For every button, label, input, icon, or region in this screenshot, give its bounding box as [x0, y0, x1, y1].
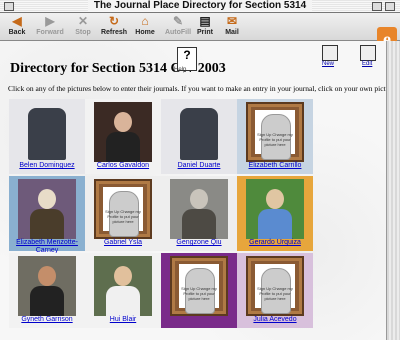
- student-photo[interactable]: [18, 102, 76, 162]
- picture-frame-placeholder-icon: Sign Up Change my Profile to put your pi…: [246, 102, 304, 162]
- forward-arrow-icon: ▶: [45, 14, 55, 28]
- refresh-label: Refresh: [100, 29, 128, 36]
- autofill-icon: ✎: [172, 14, 184, 28]
- window-title: The Journal Place Directory for Section …: [87, 0, 313, 11]
- home-icon: ⌂: [141, 14, 149, 28]
- student-card[interactable]: Sign Up Change my Profile to put your pi…: [161, 253, 237, 328]
- forward-label: Forward: [36, 29, 64, 36]
- stop-label: Stop: [75, 29, 91, 36]
- new-entry-label[interactable]: New: [322, 61, 334, 67]
- home-button[interactable]: ⌂ Home: [130, 14, 160, 36]
- page-content: Directory for Section 5314 CW 2003 ? Hel…: [0, 41, 386, 340]
- student-photo-image: [246, 179, 304, 239]
- window-title-bar[interactable]: The Journal Place Directory for Section …: [0, 0, 400, 13]
- student-card[interactable]: Sign Up Change my Profile to put your pi…: [237, 99, 313, 174]
- student-photo[interactable]: [94, 256, 152, 316]
- frame-text: Sign Up Change my Profile to put your pi…: [105, 209, 141, 224]
- student-photo[interactable]: [170, 102, 228, 162]
- student-card[interactable]: Carlos Gavaldon: [85, 99, 161, 174]
- back-button[interactable]: ◀ Back: [2, 14, 32, 36]
- student-card[interactable]: Elizabeth Menzotte-Carney: [9, 176, 85, 254]
- print-label: Print: [197, 29, 213, 36]
- help-label[interactable]: Help: [174, 67, 186, 73]
- student-name-link[interactable]: Gerardo Urquiza: [237, 239, 313, 247]
- frame-text: Sign Up Change my Profile to put your pi…: [257, 286, 293, 301]
- student-card[interactable]: Gyneth Garrison: [9, 253, 85, 328]
- refresh-icon: ↻: [108, 14, 120, 28]
- mail-icon: ✉: [226, 14, 238, 28]
- student-photo-image: [18, 179, 76, 239]
- student-photo[interactable]: Sign Up Change my Profile to put your pi…: [94, 179, 152, 239]
- home-label: Home: [135, 29, 155, 36]
- stop-button[interactable]: ✕ Stop: [68, 14, 98, 36]
- tshirt-placeholder-icon: [28, 108, 66, 160]
- mail-button[interactable]: ✉ Mail: [217, 14, 247, 36]
- print-icon: ▤: [199, 14, 211, 28]
- instructions-text: Click on any of the pictures below to en…: [8, 84, 386, 93]
- student-photo[interactable]: [18, 256, 76, 316]
- student-photo[interactable]: Sign Up Change my Profile to put your pi…: [246, 256, 304, 316]
- student-card[interactable]: Gengzone Qiu: [161, 176, 237, 251]
- refresh-button[interactable]: ↻ Refresh: [99, 14, 129, 36]
- student-name-link[interactable]: Belen Dominguez: [9, 162, 85, 170]
- student-photo-image: [94, 256, 152, 316]
- student-photo[interactable]: [246, 179, 304, 239]
- student-name-link[interactable]: Gabriel Ysla: [85, 239, 161, 247]
- back-arrow-icon: ◀: [12, 14, 22, 28]
- student-name-link[interactable]: Carlos Gavaldon: [85, 162, 161, 170]
- stop-icon: ✕: [77, 14, 89, 28]
- student-name-link[interactable]: Hui Blair: [85, 316, 161, 324]
- edit-icon[interactable]: [360, 45, 376, 61]
- student-photo[interactable]: [170, 179, 228, 239]
- new-entry-icon[interactable]: [322, 45, 338, 61]
- autofill-label: AutoFill: [164, 29, 192, 36]
- student-photo[interactable]: Sign Up Change my Profile to put your pi…: [170, 256, 228, 316]
- student-card[interactable]: Sign Up Change my Profile to put your pi…: [237, 253, 313, 328]
- student-card[interactable]: Gerardo Urquiza: [237, 176, 313, 251]
- student-name-link[interactable]: Julia Acevedo: [237, 316, 313, 324]
- browser-toolbar: ◀ Back ▶ Forward ✕ Stop ↻ Refresh ⌂ Home…: [0, 13, 400, 51]
- student-name-link[interactable]: Daniel Duarte: [161, 162, 237, 170]
- collapse-box[interactable]: [385, 2, 395, 11]
- vertical-scrollbar[interactable]: [386, 41, 400, 340]
- frame-text: Sign Up Change my Profile to put your pi…: [257, 132, 293, 147]
- forward-button[interactable]: ▶ Forward: [35, 14, 65, 36]
- student-name-link[interactable]: Gyneth Garrison: [9, 316, 85, 324]
- mail-label: Mail: [225, 29, 239, 36]
- frame-text: Sign Up Change my Profile to put your pi…: [181, 286, 217, 301]
- student-photo-image: [170, 179, 228, 239]
- student-photo[interactable]: [18, 179, 76, 239]
- zoom-box[interactable]: [372, 2, 382, 11]
- picture-frame-placeholder-icon: Sign Up Change my Profile to put your pi…: [170, 256, 228, 316]
- student-name-link[interactable]: Elizabeth Carrillo: [237, 162, 313, 170]
- picture-frame-placeholder-icon: Sign Up Change my Profile to put your pi…: [246, 256, 304, 316]
- print-button[interactable]: ▤ Print: [190, 14, 220, 36]
- student-card[interactable]: Belen Dominguez: [9, 99, 85, 174]
- student-card[interactable]: Sign Up Change my Profile to put your pi…: [85, 176, 161, 251]
- student-photo-image: [18, 256, 76, 316]
- edit-label[interactable]: Edit: [362, 61, 372, 67]
- student-photo-image: [94, 102, 152, 162]
- autofill-button[interactable]: ✎ AutoFill: [163, 14, 193, 36]
- tshirt-placeholder-icon: [180, 108, 218, 160]
- student-card[interactable]: Hui Blair: [85, 253, 161, 328]
- student-photo[interactable]: Sign Up Change my Profile to put your pi…: [246, 102, 304, 162]
- picture-frame-placeholder-icon: Sign Up Change my Profile to put your pi…: [94, 179, 152, 239]
- student-photo[interactable]: [94, 102, 152, 162]
- back-label: Back: [8, 29, 26, 36]
- student-card[interactable]: Daniel Duarte: [161, 99, 237, 174]
- student-name-link[interactable]: Gengzone Qiu: [161, 239, 237, 247]
